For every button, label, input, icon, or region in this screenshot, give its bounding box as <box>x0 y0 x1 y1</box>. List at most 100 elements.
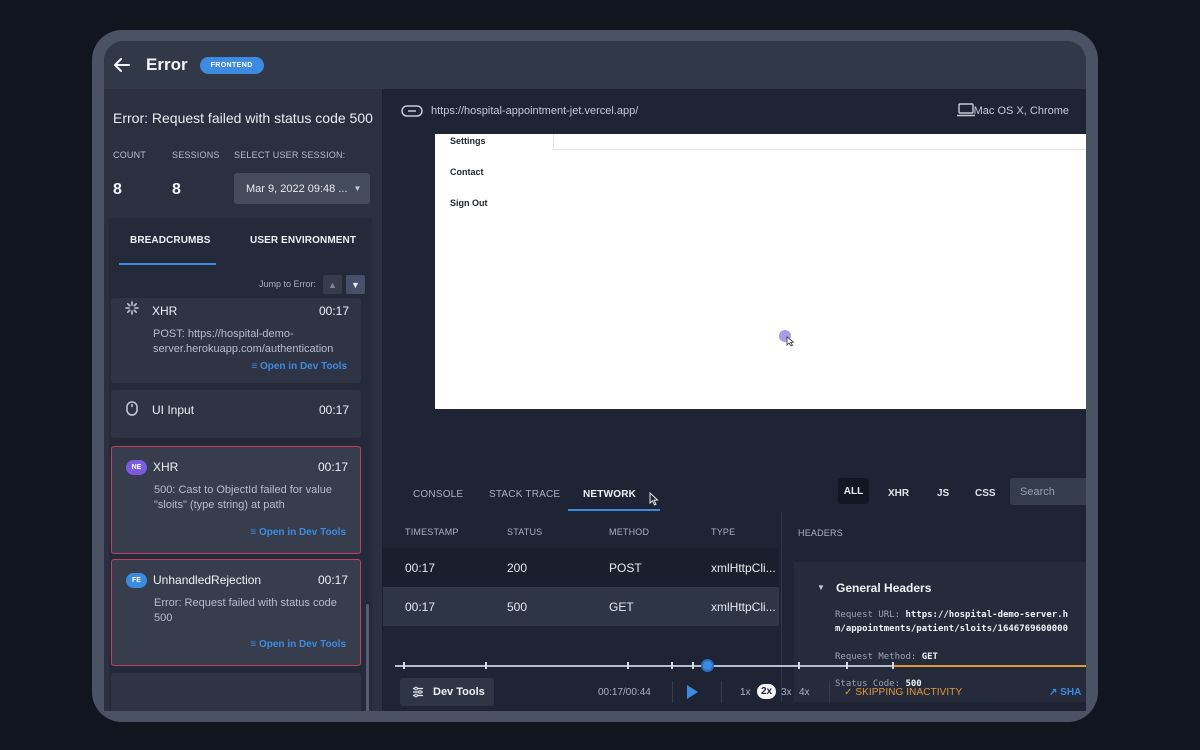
sessions-value: 8 <box>172 181 181 198</box>
cell-method: POST <box>609 561 642 575</box>
sliders-icon <box>413 686 423 698</box>
open-in-dev-tools-link[interactable]: ≡ Open in Dev Tools <box>250 639 346 650</box>
mouse-icon <box>125 400 139 421</box>
timeline-marker <box>627 662 629 669</box>
link-icon <box>401 104 423 122</box>
cell-timestamp: 00:17 <box>405 600 436 614</box>
replay-menu-sign-out: Sign Out <box>450 198 488 208</box>
crumb-time: 00:17 <box>318 304 349 318</box>
count-label: COUNT <box>113 150 146 160</box>
cell-type: xmlHttpCli... <box>711 561 776 575</box>
divider <box>721 681 722 703</box>
crumb-time: 00:17 <box>317 460 348 474</box>
active-tab-indicator <box>568 509 660 511</box>
share-button[interactable]: ↗ SHA <box>1049 687 1081 698</box>
tab-user-environment[interactable]: USER ENVIRONMENT <box>250 235 356 246</box>
error-title: Error: Request failed with status code 5… <box>113 110 373 126</box>
frontend-badge: FRONTEND <box>199 56 264 74</box>
chevron-down-icon[interactable]: ▼ <box>817 583 825 592</box>
open-in-dev-tools-link[interactable]: ≡ Open in Dev Tools <box>250 527 346 538</box>
table-row[interactable]: 00:17 500 GET xmlHttpCli... <box>383 587 779 626</box>
filter-xhr[interactable]: XHR <box>888 488 909 499</box>
scrollbar[interactable] <box>366 604 369 711</box>
session-select[interactable]: Mar 9, 2022 09:48 ... ▼ <box>234 173 370 204</box>
replay-content-box <box>553 134 1086 150</box>
page-title: Error <box>146 55 188 74</box>
timeline-marker <box>798 662 800 669</box>
replay-menu-settings: Settings <box>450 136 486 146</box>
cell-timestamp: 00:17 <box>405 561 436 575</box>
replay-menu-contact: Contact <box>450 167 484 177</box>
crumb-name: XHR <box>152 304 178 318</box>
jump-previous-button[interactable]: ▲ <box>323 275 342 294</box>
tab-stack-trace[interactable]: STACK TRACE <box>489 489 560 500</box>
page-url: https://hospital-appointment-jet.vercel.… <box>431 105 639 117</box>
replay-viewport[interactable]: Settings Contact Sign Out <box>435 134 1086 409</box>
replay-cursor-icon <box>778 329 798 352</box>
tab-breadcrumbs[interactable]: BREADCRUMBS <box>130 235 211 246</box>
back-arrow-icon[interactable] <box>110 53 134 77</box>
column-header: STATUS <box>507 527 543 537</box>
timeline-playhead[interactable] <box>701 659 714 672</box>
general-headers-title[interactable]: General Headers <box>836 581 931 595</box>
speed-4x[interactable]: 4x <box>799 687 810 698</box>
mouse-pointer-icon <box>649 491 659 511</box>
tab-console[interactable]: CONSOLE <box>413 489 463 500</box>
chevron-down-icon: ▼ <box>353 184 362 193</box>
cell-method: GET <box>609 600 634 614</box>
select-session-label: SELECT USER SESSION: <box>234 150 346 160</box>
player-controls: Dev Tools 00:17/00:44 1x 2x 3x 4x ✓ SKIP… <box>383 674 1086 711</box>
top-bar: Error FRONTEND <box>104 41 1086 89</box>
tab-network[interactable]: NETWORK <box>583 489 636 500</box>
list-item[interactable] <box>111 673 361 711</box>
speed-2x[interactable]: 2x <box>757 684 777 699</box>
crumb-description: POST: https://hospital-demo-server.herok… <box>153 328 334 355</box>
app-window: Error FRONTEND Error: Request failed wit… <box>104 41 1086 711</box>
dev-tools-button[interactable]: Dev Tools <box>400 678 494 706</box>
session-replay-area: https://hospital-appointment-jet.vercel.… <box>383 89 1086 711</box>
table-row[interactable]: 00:17 200 POST xmlHttpCli... <box>383 548 779 587</box>
panel-tabs: BREADCRUMBS USER ENVIRONMENT <box>109 218 372 266</box>
open-in-dev-tools-link[interactable]: ≡ Open in Dev Tools <box>251 361 347 372</box>
playback-timeline[interactable] <box>395 659 1086 672</box>
active-tab-indicator <box>119 263 216 265</box>
column-header: TIMESTAMP <box>405 527 459 537</box>
jump-next-button[interactable]: ▼ <box>346 275 365 294</box>
timeline-marker <box>892 662 894 669</box>
filter-css[interactable]: CSS <box>975 488 996 499</box>
cell-status: 200 <box>507 561 528 575</box>
divider <box>672 681 673 703</box>
filter-js[interactable]: JS <box>937 488 949 499</box>
user-environment: Mac OS X, Chrome <box>973 105 1069 117</box>
list-item[interactable]: UI Input 00:17 <box>111 390 361 438</box>
speed-1x[interactable]: 1x <box>740 687 751 698</box>
cell-status: 500 <box>507 600 528 614</box>
crumb-time: 00:17 <box>318 403 349 417</box>
search-input[interactable] <box>1010 478 1086 505</box>
request-url-line: Request URL: https://hospital-demo-serve… <box>835 610 1069 620</box>
crumb-name: UnhandledRejection <box>153 573 262 587</box>
request-url-continued: m/appointments/patient/sloits/1646769600… <box>835 624 1068 634</box>
url-bar: https://hospital-appointment-jet.vercel.… <box>383 89 1086 134</box>
ne-badge: NE <box>126 460 147 475</box>
list-item[interactable]: XHR 00:17 POST: https://hospital-demo-se… <box>111 298 361 383</box>
list-item[interactable]: NE XHR 00:17 500: Cast to ObjectId faile… <box>111 446 361 554</box>
crumb-name: UI Input <box>152 403 195 417</box>
timeline-inactive-segment <box>892 665 1086 667</box>
timeline-marker <box>671 662 673 669</box>
headers-title: HEADERS <box>798 528 843 538</box>
count-value: 8 <box>113 181 122 198</box>
skip-inactivity-toggle[interactable]: ✓ SKIPPING INACTIVITY <box>844 687 962 698</box>
filter-all[interactable]: ALL <box>838 478 869 504</box>
jump-to-error-label: Jump to Error: <box>258 279 316 289</box>
play-icon[interactable] <box>685 684 699 705</box>
speed-3x[interactable]: 3x <box>781 687 792 698</box>
loading-spinner-icon <box>125 301 139 320</box>
timeline-marker <box>403 662 405 669</box>
list-item[interactable]: FE UnhandledRejection 00:17 Error: Reque… <box>111 559 361 666</box>
sessions-label: SESSIONS <box>172 150 220 160</box>
crumb-name: XHR <box>153 460 179 474</box>
crumb-time: 00:17 <box>317 573 348 587</box>
session-select-value: Mar 9, 2022 09:48 ... <box>246 182 348 195</box>
fe-badge: FE <box>126 573 147 588</box>
